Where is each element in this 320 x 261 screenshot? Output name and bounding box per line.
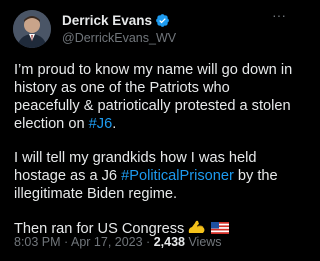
tweet-text: . <box>112 116 117 132</box>
flexed-biceps-icon <box>189 220 205 233</box>
more-options-icon[interactable]: ··· <box>270 8 288 24</box>
hashtag-political-prisoner[interactable]: #PoliticalPrisoner <box>121 168 234 184</box>
avatar-image <box>13 10 51 48</box>
views-count[interactable]: 2,438 <box>154 235 185 249</box>
us-flag-icon <box>211 222 230 234</box>
verified-badge-icon <box>156 14 169 27</box>
tweet-date[interactable]: Apr 17, 2023 <box>71 235 143 249</box>
tweet-paragraph-1: I’m proud to know my name will go down i… <box>14 61 294 133</box>
author-handle[interactable]: @DerrickEvans_WV <box>62 31 176 45</box>
tweet-paragraph-2: I will tell my grandkids how I was held … <box>14 149 294 203</box>
hashtag-j6[interactable]: #J6 <box>89 116 113 132</box>
author-display-name[interactable]: Derrick Evans <box>62 13 152 28</box>
avatar[interactable] <box>13 10 51 48</box>
tweet-meta: 8:03 PM · Apr 17, 2023 · 2,438 Views <box>14 235 222 249</box>
meta-separator: · <box>142 235 154 249</box>
tweet-card: Derrick Evans @DerrickEvans_WV ··· I’m p… <box>0 0 300 261</box>
meta-separator: · <box>60 235 71 249</box>
author-name-row[interactable]: Derrick Evans <box>62 12 170 29</box>
tweet-time[interactable]: 8:03 PM <box>14 235 61 249</box>
tweet-text: I’m proud to know my name will go down i… <box>14 62 293 132</box>
views-label: Views <box>184 235 222 249</box>
tweet-body: I’m proud to know my name will go down i… <box>14 61 294 254</box>
